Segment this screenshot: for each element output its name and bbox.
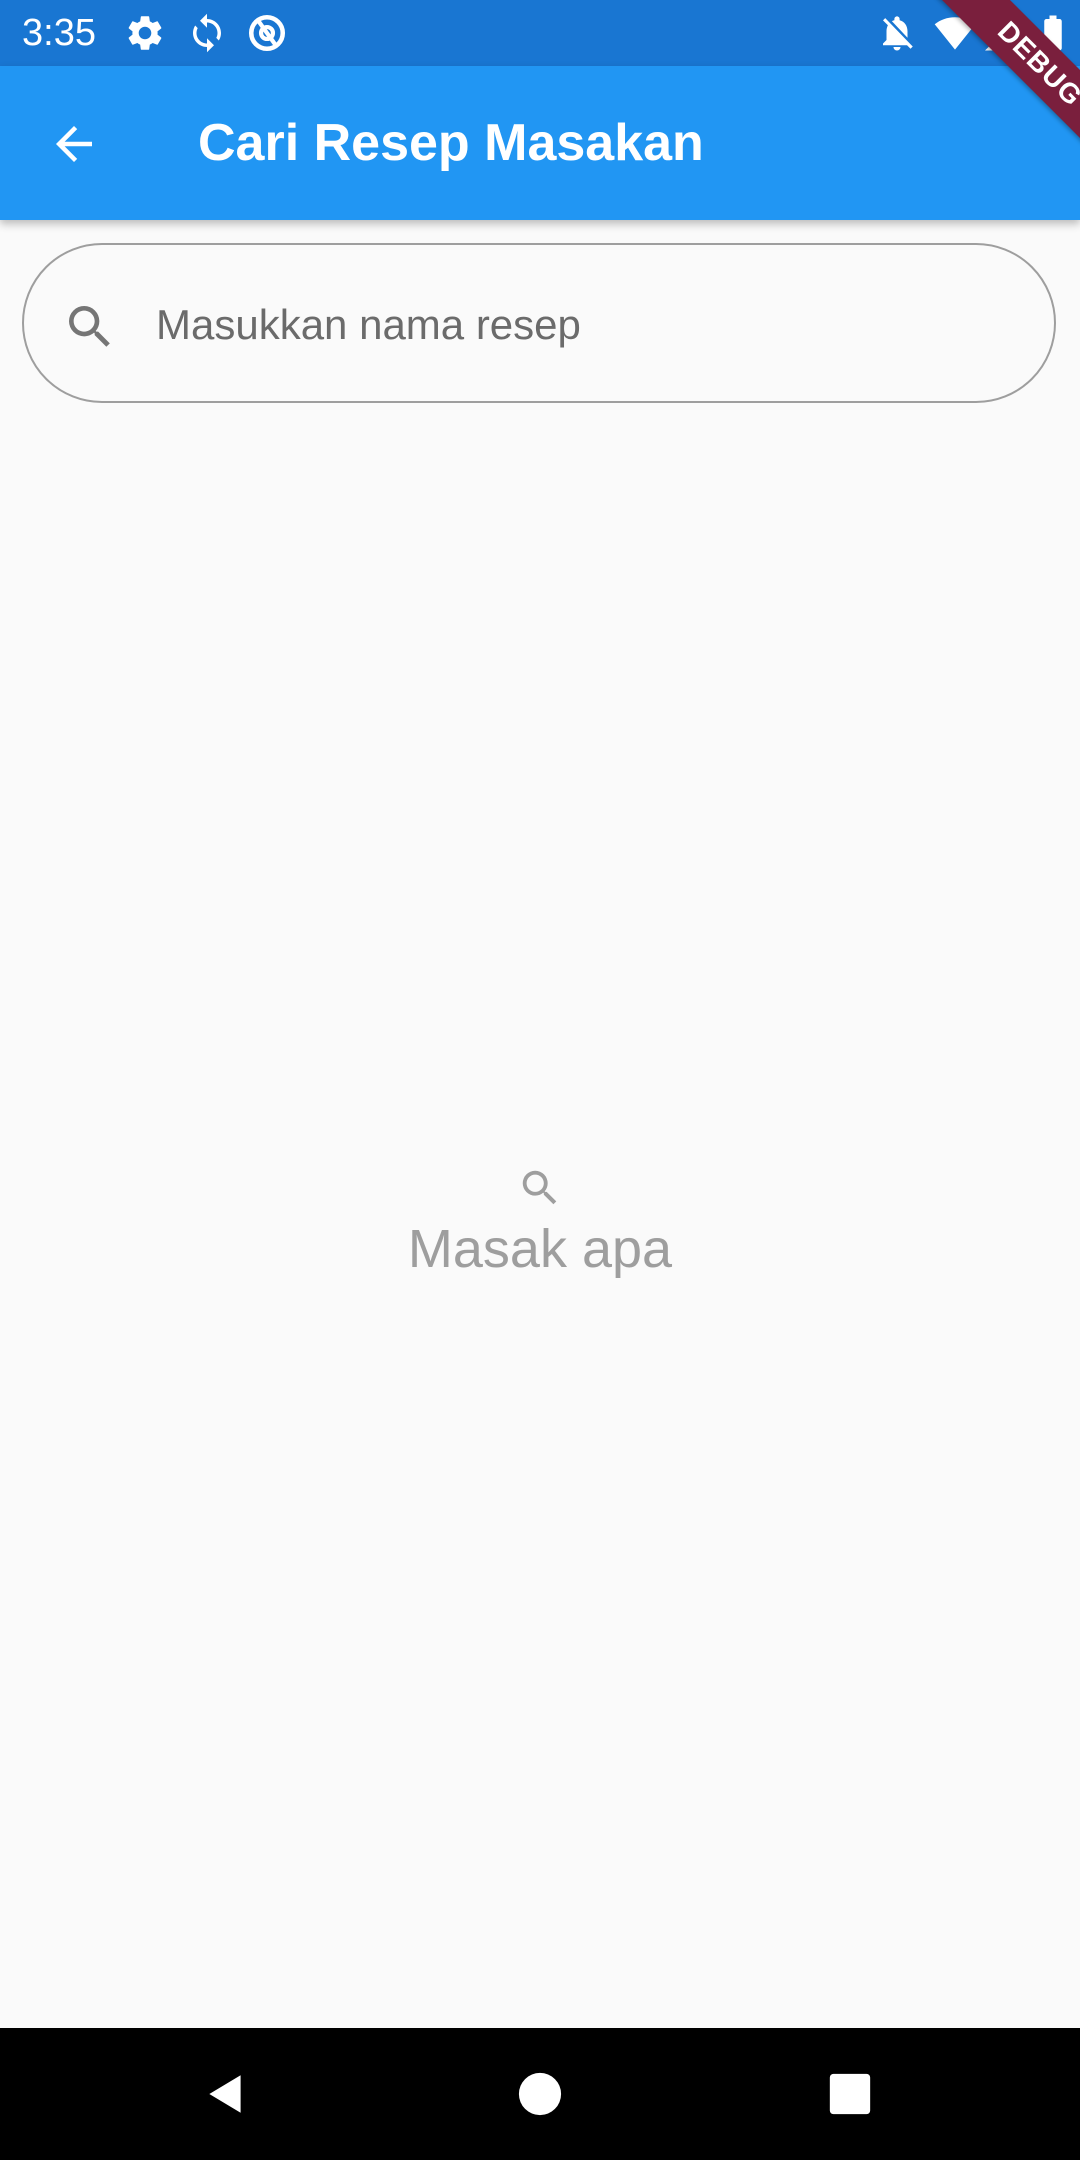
- search-icon: [69, 306, 110, 347]
- nav-home-button[interactable]: [500, 2054, 580, 2134]
- empty-state-text: Masak apa: [407, 1219, 673, 1279]
- status-time: 3:35: [22, 12, 96, 54]
- home-circle-icon: [518, 2072, 562, 2116]
- debug-banner-container: DEBUG: [880, 0, 1080, 200]
- arrow-left-icon: [56, 126, 92, 162]
- search-field[interactable]: [22, 243, 1056, 403]
- empty-state: Masak apa: [0, 1165, 1080, 1281]
- gear-icon: [128, 16, 162, 50]
- nav-back-button[interactable]: [186, 2054, 266, 2134]
- at-sign-icon: [248, 14, 286, 52]
- sync-icon: [193, 13, 221, 53]
- navigation-bar: [0, 2028, 1080, 2160]
- back-button[interactable]: [30, 100, 118, 188]
- back-triangle-icon: [209, 2075, 241, 2113]
- debug-banner: DEBUG: [916, 0, 1080, 188]
- search-input[interactable]: [154, 285, 1018, 365]
- recents-square-icon: [829, 2073, 871, 2115]
- nav-recents-button[interactable]: [810, 2054, 890, 2134]
- page-title: Cari Resep Masakan: [198, 114, 704, 172]
- search-icon: [522, 1170, 557, 1205]
